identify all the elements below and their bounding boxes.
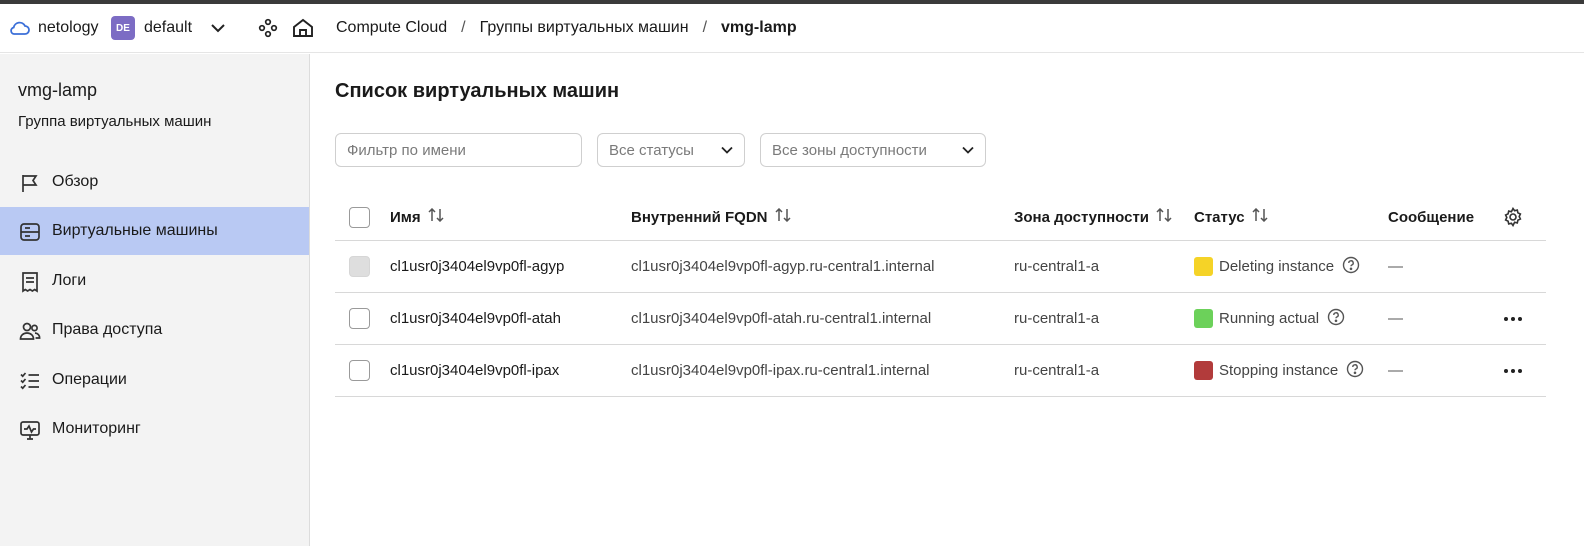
flag-icon (19, 172, 41, 194)
vm-status: Stopping instance (1194, 345, 1364, 396)
name-filter-input[interactable]: Фильтр по имени (335, 133, 582, 167)
sidebar-item-label: Логи (52, 272, 87, 289)
sidebar-item-label: Операции (52, 371, 127, 388)
status-text: Running actual (1219, 310, 1320, 327)
sidebar-item-monitoring[interactable]: Мониторинг (0, 405, 309, 453)
column-label: Статус (1194, 208, 1245, 226)
column-label: Зона доступности (1014, 208, 1150, 226)
vm-fqdn: cl1usr0j3404el9vp0fl-atah.ru-central1.in… (631, 310, 932, 327)
log-icon (19, 271, 41, 293)
home-icon[interactable] (292, 4, 314, 52)
more-actions-icon[interactable] (1503, 345, 1523, 396)
status-filter-select[interactable]: Все статусы (597, 133, 745, 167)
vm-name[interactable]: cl1usr0j3404el9vp0fl-agyp (390, 241, 564, 292)
vm-message: — (1388, 310, 1403, 327)
vm-fqdn: cl1usr0j3404el9vp0fl-agyp.ru-central1.in… (631, 258, 935, 275)
server-icon (19, 221, 41, 243)
sidebar-item-label: Права доступа (52, 321, 163, 338)
sort-icon[interactable] (427, 207, 445, 226)
column-label: Сообщение (1388, 208, 1475, 226)
vm-name[interactable]: cl1usr0j3404el9vp0fl-ipax (390, 345, 559, 396)
status-indicator (1194, 309, 1213, 328)
cloud-icon[interactable] (8, 4, 30, 52)
breadcrumb-separator: / (461, 19, 466, 36)
table-row[interactable]: cl1usr0j3404el9vp0fl-agyp cl1usr0j3404el… (335, 241, 1546, 293)
help-icon[interactable] (1346, 360, 1364, 382)
org-name[interactable]: netology (38, 4, 99, 52)
sort-icon[interactable] (774, 207, 792, 226)
table-row[interactable]: cl1usr0j3404el9vp0fl-ipax cl1usr0j3404el… (335, 345, 1546, 397)
column-message: Сообщение (1388, 194, 1474, 240)
breadcrumb-compute-cloud[interactable]: Compute Cloud (336, 19, 447, 37)
sidebar: vmg-lamp Группа виртуальных машин Обзор … (0, 54, 310, 546)
breadcrumb: Compute Cloud / Группы виртуальных машин… (336, 4, 797, 52)
sidebar-item-vms[interactable]: Виртуальные машины (0, 207, 309, 255)
more-actions-icon[interactable] (1503, 293, 1523, 344)
chevron-down-icon (961, 143, 975, 161)
breadcrumb-current: vmg-lamp (721, 19, 797, 36)
row-checkbox[interactable] (349, 308, 370, 329)
status-filter-value: Все статусы (609, 141, 694, 159)
gear-icon[interactable] (1503, 194, 1523, 240)
column-fqdn[interactable]: Внутренний FQDN (631, 194, 792, 240)
breadcrumb-separator: / (702, 19, 708, 36)
services-icon[interactable] (258, 4, 278, 52)
sort-icon[interactable] (1155, 207, 1173, 226)
list-check-icon (19, 370, 41, 392)
column-name[interactable]: Имя (390, 194, 445, 240)
status-text: Deleting instance (1219, 258, 1335, 275)
zone-filter-value: Все зоны доступности (772, 141, 927, 159)
chevron-down-icon[interactable] (210, 4, 226, 52)
vm-status: Deleting instance (1194, 241, 1360, 292)
help-icon[interactable] (1342, 256, 1360, 278)
sort-icon[interactable] (1251, 207, 1269, 226)
sidebar-item-label: Виртуальные машины (52, 222, 218, 239)
sidebar-item-logs[interactable]: Логи (0, 257, 309, 305)
column-zone[interactable]: Зона доступности (1014, 194, 1173, 240)
folder-avatar: DE (111, 16, 135, 40)
select-all-checkbox[interactable] (349, 206, 370, 228)
monitor-pulse-icon (19, 419, 41, 441)
column-label: Внутренний FQDN (631, 208, 768, 226)
help-icon[interactable] (1327, 308, 1345, 330)
top-bar: netology DE default Compute Cloud / Груп… (0, 4, 1584, 53)
table-row[interactable]: cl1usr0j3404el9vp0fl-atah cl1usr0j3404el… (335, 293, 1546, 345)
page-title: Список виртуальных машин (335, 80, 620, 102)
table-header: Имя Внутренний FQDN Зона доступности Ста… (335, 194, 1546, 241)
row-checkbox[interactable] (349, 360, 370, 381)
row-checkbox (349, 256, 370, 277)
breadcrumb-instance-groups[interactable]: Группы виртуальных машин (480, 19, 689, 37)
vm-message: — (1388, 258, 1403, 275)
vm-zone: ru-central1-a (1014, 310, 1100, 327)
chevron-down-icon (720, 143, 734, 161)
vm-message: — (1388, 362, 1403, 379)
sidebar-title: vmg-lamp (18, 80, 98, 100)
status-indicator (1194, 361, 1213, 380)
vm-name[interactable]: cl1usr0j3404el9vp0fl-atah (390, 293, 561, 344)
vm-fqdn: cl1usr0j3404el9vp0fl-ipax.ru-central1.in… (631, 362, 930, 379)
sidebar-item-overview[interactable]: Обзор (0, 158, 309, 206)
status-text: Stopping instance (1219, 362, 1339, 379)
vm-zone: ru-central1-a (1014, 258, 1100, 275)
column-label: Имя (390, 208, 421, 226)
vm-zone: ru-central1-a (1014, 362, 1100, 379)
status-indicator (1194, 257, 1213, 276)
sidebar-subtitle: Группа виртуальных машин (18, 113, 212, 130)
vm-status: Running actual (1194, 293, 1345, 344)
zone-filter-select[interactable]: Все зоны доступности (760, 133, 986, 167)
sidebar-item-label: Обзор (52, 173, 99, 190)
sidebar-item-access[interactable]: Права доступа (0, 306, 309, 354)
sidebar-item-operations[interactable]: Операции (0, 356, 309, 404)
folder-name[interactable]: default (144, 4, 192, 52)
sidebar-item-label: Мониторинг (52, 420, 141, 437)
name-filter-placeholder: Фильтр по имени (347, 141, 466, 159)
users-icon (19, 320, 41, 342)
column-status[interactable]: Статус (1194, 194, 1269, 240)
